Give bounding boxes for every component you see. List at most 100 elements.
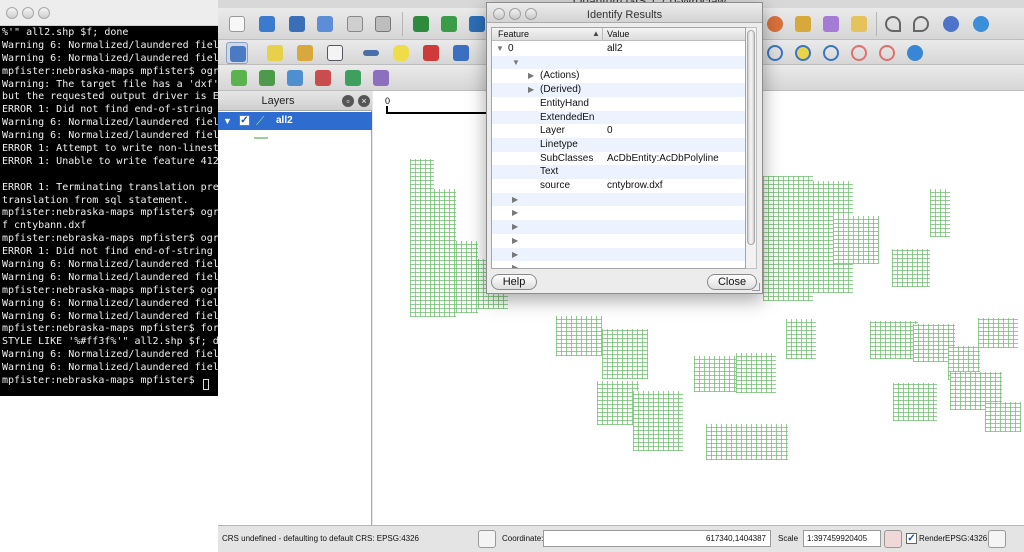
float-panel-icon[interactable]: ▫ <box>342 95 354 107</box>
tree-row[interactable]: ▶ <box>492 261 745 268</box>
undo-icon[interactable] <box>882 13 904 35</box>
zoom-last-button[interactable] <box>848 42 870 64</box>
cut-features-button[interactable] <box>792 13 814 35</box>
collapsed-arrow-icon[interactable]: ▶ <box>512 193 518 207</box>
new-bookmark-button[interactable] <box>420 42 442 64</box>
plugin-icon[interactable] <box>940 13 962 35</box>
expanded-arrow-icon[interactable]: ▼ <box>512 56 520 70</box>
tree-row[interactable]: ▶ (Actions) <box>492 69 745 83</box>
collapsed-arrow-icon[interactable]: ▶ <box>512 234 518 248</box>
terminal-window[interactable]: %'" all2.shp $f; done Warning 6: Normaliz… <box>0 0 222 396</box>
minimize-window-icon[interactable] <box>22 7 34 19</box>
new-layer-button[interactable] <box>228 67 250 89</box>
expanded-arrow-icon[interactable]: ▼ <box>496 42 504 56</box>
tree-row[interactable]: ExtendedEn <box>492 110 745 125</box>
collapsed-arrow-icon[interactable]: ▶ <box>512 220 518 234</box>
redo-icon[interactable] <box>910 13 932 35</box>
tree-row[interactable]: ▶ <box>492 247 745 262</box>
collapsed-arrow-icon[interactable]: ▶ <box>512 206 518 220</box>
print-button[interactable] <box>372 13 394 35</box>
collapsed-arrow-icon[interactable]: ▶ <box>512 261 518 268</box>
tree-row[interactable]: ▶ (Derived) <box>492 83 745 97</box>
tree-scrollbar[interactable] <box>746 27 757 269</box>
help-button[interactable]: Help <box>491 274 537 290</box>
zoom-in-button[interactable] <box>764 42 786 64</box>
copy-features-button[interactable] <box>820 13 842 35</box>
select-tool-button[interactable] <box>226 42 248 64</box>
tree-row[interactable]: source cntybrow.dxf <box>492 179 745 193</box>
toolbar-separator <box>402 12 403 36</box>
add-wms-layer-button[interactable] <box>256 67 278 89</box>
add-gpx-layer-button[interactable] <box>342 67 364 89</box>
collapsed-arrow-icon[interactable]: ▶ <box>528 83 534 97</box>
add-spatialite-layer-button[interactable] <box>312 67 334 89</box>
zoom-next-button[interactable] <box>876 42 898 64</box>
county-feature <box>556 316 602 356</box>
tree-row[interactable]: ▶ <box>492 192 745 207</box>
terminal-line: Warning 6: Normalized/laundered field na… <box>2 39 222 51</box>
close-panel-icon[interactable]: × <box>358 95 370 107</box>
projection-icon[interactable] <box>988 530 1006 548</box>
tree-row[interactable]: ▶ <box>492 234 745 248</box>
expand-triangle-icon[interactable]: ▼ <box>223 116 232 126</box>
add-postgis-layer-button[interactable] <box>466 13 488 35</box>
add-vector-layer-button[interactable] <box>410 13 432 35</box>
tree-row[interactable]: Linetype <box>492 137 745 152</box>
tree-row[interactable]: ▼ 0 all2 <box>492 42 745 56</box>
terminal-line: f cntybann.dxf <box>2 220 87 232</box>
add-wfs-layer-button[interactable] <box>284 67 306 89</box>
show-bookmarks-button[interactable] <box>450 42 472 64</box>
terminal-line: Warning 6: Normalized/laundered field na… <box>2 259 222 271</box>
map-tips-button[interactable] <box>390 42 412 64</box>
new-project-button[interactable] <box>226 13 248 35</box>
render-checkbox[interactable]: ✓ <box>906 533 917 544</box>
feature-cell: Layer <box>540 125 566 137</box>
coordinate-field[interactable]: 617340,1404387 <box>543 530 771 547</box>
tree-row[interactable]: ▶ <box>492 220 745 234</box>
terminal-line: Warning 6: Normalized/laundered field na… <box>2 52 222 64</box>
collapsed-arrow-icon[interactable]: ▶ <box>512 248 518 262</box>
refresh-button[interactable] <box>904 42 926 64</box>
collapsed-arrow-icon[interactable]: ▶ <box>528 69 534 83</box>
terminal-line: ERROR 1: Did not find end-of-string char… <box>2 104 222 116</box>
value-column-header[interactable]: Value <box>607 29 629 39</box>
save-as-button[interactable] <box>314 13 336 35</box>
layer-item-all2[interactable]: ▼ ✓ ⟋ all2 <box>218 112 372 130</box>
terminal-titlebar[interactable] <box>0 0 222 26</box>
tree-row[interactable]: ▼ <box>492 55 745 70</box>
zoom-full-button[interactable] <box>820 42 842 64</box>
add-raster-layer-button[interactable] <box>438 13 460 35</box>
remove-layer-button[interactable] <box>764 13 786 35</box>
epsg-label[interactable]: EPSG:4326 <box>945 534 987 543</box>
deselect-button[interactable] <box>294 42 316 64</box>
layer-visibility-checkbox[interactable]: ✓ <box>239 115 250 126</box>
terminal-output[interactable]: %'" all2.shp $f; done Warning 6: Normaliz… <box>0 26 222 396</box>
print-composer-button[interactable] <box>344 13 366 35</box>
feature-column-header[interactable]: Feature <box>498 29 529 39</box>
close-button[interactable]: Close <box>707 274 757 290</box>
tree-row[interactable]: ▶ <box>492 206 745 220</box>
resize-grip-icon[interactable] <box>752 283 760 291</box>
terminal-line: mpfister:nebraska-maps mpfister$ ogr2ogr <box>2 284 222 296</box>
tree-row[interactable]: EntityHand <box>492 97 745 111</box>
zoom-window-icon[interactable] <box>38 7 50 19</box>
measure-button[interactable] <box>360 42 382 64</box>
attribute-table-button[interactable] <box>324 42 346 64</box>
add-delimited-layer-button[interactable] <box>370 67 392 89</box>
identify-tree[interactable]: Feature ▲ Value ▼ 0 all2 ▼ ▶ (Actions) ▶ (Deriv… <box>491 27 746 269</box>
tree-row[interactable]: SubClasses AcDbEntity:AcDbPolyline <box>492 152 745 166</box>
select-features-button[interactable] <box>264 42 286 64</box>
coordinate-toggle-icon[interactable] <box>478 530 496 548</box>
close-window-icon[interactable] <box>6 7 18 19</box>
tree-row[interactable]: Text <box>492 165 745 179</box>
save-project-button[interactable] <box>286 13 308 35</box>
tree-row[interactable]: Layer 0 <box>492 124 745 138</box>
dialog-titlebar[interactable]: Identify Results <box>487 3 762 23</box>
open-project-button[interactable] <box>256 13 278 35</box>
help-icon[interactable] <box>970 13 992 35</box>
stop-render-icon[interactable] <box>884 530 902 548</box>
zoom-out-button[interactable] <box>792 42 814 64</box>
paste-features-button[interactable] <box>848 13 870 35</box>
scrollbar-thumb[interactable] <box>747 30 755 245</box>
scale-field[interactable]: 1:397459920405 <box>803 530 881 547</box>
